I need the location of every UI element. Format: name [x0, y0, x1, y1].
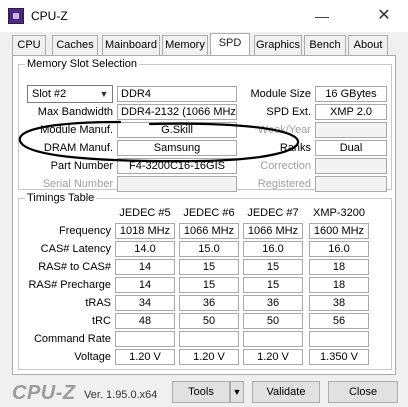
timing-cell: 56: [309, 313, 369, 329]
timing-row-label: CAS# Latency: [40, 243, 111, 255]
timing-cell: 36: [179, 295, 239, 311]
spd-ext-field: XMP 2.0: [315, 104, 387, 120]
tab-about[interactable]: About: [348, 35, 388, 55]
timing-cell: 15: [243, 259, 303, 275]
registered-label: Registered: [257, 178, 311, 190]
timings-col-header: JEDEC #6: [183, 207, 235, 219]
timing-cell: 1066 MHz: [243, 223, 303, 239]
validate-button[interactable]: Validate: [252, 381, 320, 403]
tools-button[interactable]: Tools: [172, 381, 230, 403]
timing-row-label: Frequency: [59, 225, 111, 237]
part-number-field: F4-3200C16-16GIS: [117, 158, 237, 174]
week-year-field: [315, 122, 387, 138]
slot-select[interactable]: Slot #2 ▼: [27, 85, 113, 103]
timing-row-label: Command Rate: [33, 333, 111, 345]
ranks-label: Ranks: [279, 142, 311, 154]
timing-cell: 1018 MHz: [115, 223, 175, 239]
timing-cell: 16.0: [309, 241, 369, 257]
timing-cell: 15: [179, 259, 239, 275]
timing-cell: 15: [179, 277, 239, 293]
timing-cell: 16.0: [243, 241, 303, 257]
timing-cell: 14: [115, 277, 175, 293]
timing-cell: [309, 331, 369, 347]
timing-cell: 15: [243, 277, 303, 293]
tab-spd[interactable]: SPD: [210, 33, 250, 56]
timing-cell: 18: [309, 259, 369, 275]
timing-cell: 14: [115, 259, 175, 275]
module-size-field: 16 GBytes: [315, 86, 387, 102]
timing-cell: 1.350 V: [309, 349, 369, 365]
close-button[interactable]: Close: [328, 381, 398, 403]
serial-number-label: Serial Number: [42, 178, 113, 190]
tab-mainboard[interactable]: Mainboard: [102, 35, 160, 55]
timing-cell: 1.20 V: [115, 349, 175, 365]
serial-number-field: [117, 176, 237, 192]
tools-dropdown-icon[interactable]: ▼: [230, 381, 244, 403]
timing-cell: 48: [115, 313, 175, 329]
part-number-label: Part Number: [50, 160, 113, 172]
tab-caches[interactable]: Caches: [52, 35, 98, 55]
timing-cell: 18: [309, 277, 369, 293]
chevron-down-icon: ▼: [99, 89, 109, 99]
timings-col-header: JEDEC #7: [247, 207, 299, 219]
spd-ext-label: SPD Ext.: [266, 106, 311, 118]
tab-cpu[interactable]: CPU: [12, 35, 46, 55]
memory-type-field: DDR4: [117, 86, 237, 102]
version-label: Ver. 1.95.0.x64: [84, 389, 158, 401]
timing-cell: 34: [115, 295, 175, 311]
memory-slot-group-title: Memory Slot Selection: [25, 58, 140, 70]
timing-cell: 1066 MHz: [179, 223, 239, 239]
minimize-icon[interactable]: —: [312, 6, 332, 26]
timing-row-label: tRAS: [85, 297, 111, 309]
timing-row-label: RAS# Precharge: [28, 279, 111, 291]
spd-panel: Memory Slot Selection Slot #2 ▼ DDR4 Mod…: [12, 55, 396, 375]
memory-slot-group: Memory Slot Selection Slot #2 ▼ DDR4 Mod…: [18, 58, 392, 192]
timing-cell: 1.20 V: [179, 349, 239, 365]
correction-field: [315, 158, 387, 174]
timing-cell: 50: [243, 313, 303, 329]
timing-cell: 38: [309, 295, 369, 311]
tab-graphics[interactable]: Graphics: [254, 35, 302, 55]
timings-col-header: XMP-3200: [313, 207, 365, 219]
timing-cell: [115, 331, 175, 347]
timings-col-header: JEDEC #5: [119, 207, 171, 219]
close-icon[interactable]: ✕: [374, 6, 394, 26]
dram-manuf-label: DRAM Manuf.: [43, 142, 113, 154]
tab-bench[interactable]: Bench: [304, 35, 346, 55]
ranks-field: Dual: [315, 140, 387, 156]
dram-manuf-field: Samsung: [117, 140, 237, 156]
module-manuf-field: G.Skill: [117, 122, 237, 138]
cpu-z-app-icon: [8, 8, 24, 24]
registered-field: [315, 176, 387, 192]
tab-memory[interactable]: Memory: [162, 35, 208, 55]
timings-group: Timings Table JEDEC #5 JEDEC #6 JEDEC #7…: [18, 192, 392, 370]
module-manuf-label: Module Manuf.: [40, 124, 113, 136]
cpu-z-logo: CPU-Z: [12, 382, 76, 404]
timing-row-label: RAS# to CAS#: [38, 261, 111, 273]
week-year-label: Week/Year: [257, 124, 311, 136]
timing-row-label: Voltage: [74, 351, 111, 363]
footer-bar: CPU-Z Ver. 1.95.0.x64 Tools ▼ Validate C…: [0, 378, 408, 407]
window-title: CPU-Z: [31, 9, 68, 23]
title-bar: CPU-Z — ✕: [0, 0, 408, 32]
timings-group-title: Timings Table: [25, 192, 97, 204]
timing-cell: 15.0: [179, 241, 239, 257]
timing-cell: 1.20 V: [243, 349, 303, 365]
max-bandwidth-label: Max Bandwidth: [37, 106, 113, 118]
timing-row-label: tRC: [92, 315, 111, 327]
timing-cell: [243, 331, 303, 347]
timing-cell: 50: [179, 313, 239, 329]
correction-label: Correction: [260, 160, 311, 172]
timing-cell: 36: [243, 295, 303, 311]
max-bandwidth-field: DDR4-2132 (1066 MHz): [117, 104, 237, 120]
timing-cell: [179, 331, 239, 347]
module-size-label: Module Size: [250, 88, 311, 100]
timing-cell: 1600 MHz: [309, 223, 369, 239]
slot-select-value: Slot #2: [32, 88, 67, 100]
timing-cell: 14.0: [115, 241, 175, 257]
